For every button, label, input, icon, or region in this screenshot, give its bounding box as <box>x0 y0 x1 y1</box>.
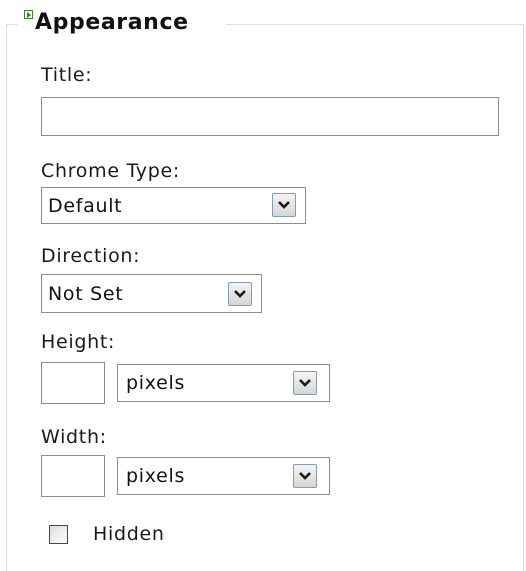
height-input[interactable] <box>41 362 105 404</box>
direction-select[interactable]: Not Set <box>41 274 262 313</box>
width-input[interactable] <box>41 455 105 497</box>
height-unit-select[interactable]: pixels <box>117 364 330 402</box>
width-unit-value: pixels <box>126 465 186 487</box>
chevron-down-icon[interactable] <box>293 464 317 488</box>
section-title: Appearance <box>35 10 189 35</box>
expand-arrow-icon[interactable] <box>24 10 33 19</box>
hidden-label: Hidden <box>93 523 165 545</box>
width-unit-select[interactable]: pixels <box>117 457 330 495</box>
chevron-down-icon[interactable] <box>293 371 317 395</box>
height-unit-value: pixels <box>126 372 186 394</box>
chrome-type-value: Default <box>48 195 123 217</box>
chevron-down-icon[interactable] <box>228 282 252 306</box>
chrome-type-label: Chrome Type: <box>41 160 181 182</box>
width-label: Width: <box>41 426 107 448</box>
hidden-checkbox[interactable] <box>49 525 68 544</box>
direction-label: Direction: <box>41 245 141 267</box>
height-label: Height: <box>41 331 116 353</box>
chrome-type-select[interactable]: Default <box>41 187 306 224</box>
title-label: Title: <box>41 64 93 86</box>
chevron-down-icon[interactable] <box>272 193 296 217</box>
title-input[interactable] <box>41 97 499 136</box>
direction-value: Not Set <box>48 283 124 305</box>
